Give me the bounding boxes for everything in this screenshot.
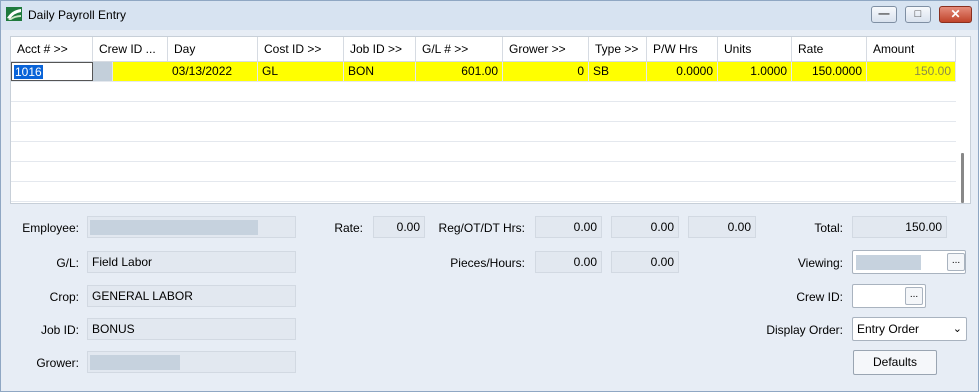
column-header-job-id[interactable]: Job ID >> — [344, 37, 416, 61]
empty-row[interactable] — [11, 142, 956, 162]
app-logo-icon — [6, 7, 22, 21]
display-order-label: Display Order: — [766, 323, 843, 337]
units-cell[interactable]: 1.0000 — [718, 62, 792, 81]
grower-field — [87, 351, 296, 373]
column-header-acct[interactable]: Acct # >> — [11, 37, 93, 61]
column-header-cost-id[interactable]: Cost ID >> — [258, 37, 344, 61]
empty-row[interactable] — [11, 162, 956, 182]
grid-header: Acct # >> Crew ID ... Day Cost ID >> Job… — [11, 37, 970, 62]
total-label: Total: — [814, 221, 843, 235]
grower-redacted — [90, 355, 180, 370]
ot-hours-field: 0.00 — [611, 216, 679, 238]
acct-value: 1016 — [14, 65, 43, 79]
total-field: 150.00 — [852, 216, 947, 238]
close-icon: ✕ — [950, 7, 961, 21]
pieces-hours-label: Pieces/Hours: — [450, 256, 525, 270]
crew-id-input[interactable]: ... — [852, 284, 926, 308]
dt-hours-field: 0.00 — [688, 216, 756, 238]
rate-cell[interactable]: 150.0000 — [792, 62, 867, 81]
amount-cell: 150.00 — [867, 62, 956, 81]
cost-id-cell[interactable]: GL — [258, 62, 344, 81]
crew-id-browse-button[interactable]: ... — [905, 287, 923, 305]
viewing-input[interactable]: ... — [852, 250, 966, 274]
grower-cell[interactable]: 0 — [503, 62, 589, 81]
window-title: Daily Payroll Entry — [28, 8, 127, 22]
empty-row[interactable] — [11, 182, 956, 202]
viewing-redacted — [856, 255, 921, 270]
hours-field: 0.00 — [611, 251, 679, 273]
employee-field — [87, 216, 296, 238]
column-header-day[interactable]: Day — [168, 37, 258, 61]
column-header-rate[interactable]: Rate — [792, 37, 867, 61]
pieces-field: 0.00 — [535, 251, 602, 273]
job-id-label: Job ID: — [40, 323, 79, 337]
pw-hrs-cell[interactable]: 0.0000 — [647, 62, 718, 81]
empty-row[interactable] — [11, 102, 956, 122]
scrollbar-thumb[interactable] — [961, 153, 964, 203]
payroll-window: Daily Payroll Entry — □ ✕ Acct # >> Crew… — [0, 0, 979, 392]
crop-label: Crop: — [49, 290, 79, 304]
maximize-button[interactable]: □ — [905, 6, 931, 23]
column-header-crew-id[interactable]: Crew ID ... — [93, 37, 168, 61]
crew-id-label: Crew ID: — [796, 290, 843, 304]
day-cell[interactable]: 03/13/2022 — [168, 62, 258, 81]
viewing-label: Viewing: — [797, 256, 843, 270]
employee-redacted — [90, 220, 258, 235]
crop-field: GENERAL LABOR — [87, 285, 296, 307]
minimize-icon: — — [878, 8, 890, 20]
defaults-button[interactable]: Defaults — [853, 350, 937, 375]
type-cell[interactable]: SB — [589, 62, 647, 81]
grower-label: Grower: — [36, 356, 79, 370]
empty-row[interactable] — [11, 122, 956, 142]
close-button[interactable]: ✕ — [939, 6, 972, 23]
acct-cell[interactable]: 1016 — [11, 62, 93, 81]
column-header-type[interactable]: Type >> — [589, 37, 647, 61]
column-header-pw-hrs[interactable]: P/W Hrs — [647, 37, 718, 61]
column-header-gl[interactable]: G/L # >> — [416, 37, 503, 61]
job-id-cell[interactable]: BON — [344, 62, 416, 81]
column-header-grower[interactable]: Grower >> — [503, 37, 589, 61]
viewing-browse-button[interactable]: ... — [947, 253, 965, 271]
rate-field: 0.00 — [373, 216, 425, 238]
empty-row[interactable] — [11, 82, 956, 102]
table-row[interactable]: 1016 03/13/2022 GL BON 601.00 0 SB 0.000… — [11, 62, 956, 82]
minimize-button[interactable]: — — [871, 6, 897, 23]
grid-scrollbar[interactable] — [956, 61, 970, 203]
column-header-amount[interactable]: Amount — [867, 37, 956, 61]
gl-field: Field Labor — [87, 251, 296, 273]
display-order-select[interactable]: Entry Order ⌄ — [852, 317, 967, 341]
gl-label: G/L: — [56, 256, 79, 270]
payroll-grid[interactable]: Acct # >> Crew ID ... Day Cost ID >> Job… — [10, 36, 971, 204]
job-id-field: BONUS — [87, 318, 296, 340]
reg-ot-dt-label: Reg/OT/DT Hrs: — [438, 221, 525, 235]
chevron-down-icon: ⌄ — [952, 323, 962, 335]
crew-id-cell[interactable] — [93, 62, 113, 81]
maximize-icon: □ — [914, 8, 922, 20]
display-order-value: Entry Order — [857, 322, 920, 336]
reg-hours-field: 0.00 — [535, 216, 602, 238]
title-bar[interactable]: Daily Payroll Entry — □ ✕ — [1, 1, 978, 30]
rate-label: Rate: — [334, 221, 363, 235]
column-header-units[interactable]: Units — [718, 37, 792, 61]
employee-label: Employee: — [22, 221, 79, 235]
gl-cell[interactable]: 601.00 — [416, 62, 503, 81]
